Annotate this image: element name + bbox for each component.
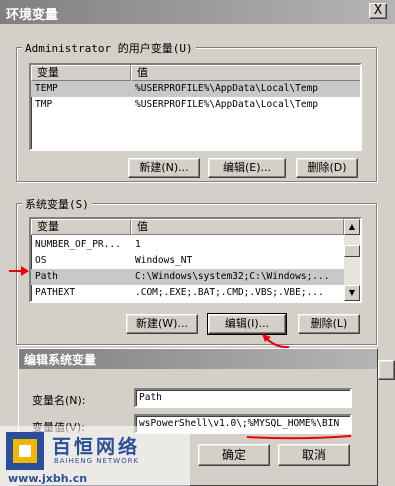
system-edit-button[interactable]: 编辑(I)... <box>207 313 287 335</box>
variable-name: NUMBER_OF_PR... <box>35 239 121 250</box>
dialog-title: 编辑系统变量 <box>24 353 97 367</box>
user-delete-button[interactable]: 删除(D) <box>296 158 358 178</box>
user-new-button[interactable]: 新建(N)... <box>128 158 200 178</box>
scroll-down-icon[interactable]: ▼ <box>344 285 360 301</box>
user-edit-button[interactable]: 编辑(E)... <box>208 158 286 178</box>
variable-name: TEMP <box>35 83 58 94</box>
scroll-up-icon[interactable]: ▲ <box>344 219 360 235</box>
brand-url: www.jxbh.cn <box>8 472 88 485</box>
variable-name: OS <box>35 255 47 266</box>
variable-value: .COM;.EXE;.BAT;.CMD;.VBS;.VBE;... <box>135 287 324 298</box>
variable-value: %USERPROFILE%\AppData\Local\Temp <box>135 83 319 94</box>
variable-name: Path <box>35 271 58 282</box>
variable-value: Windows_NT <box>135 255 193 266</box>
column-header-variable[interactable]: 变量 <box>31 65 131 81</box>
system-delete-button[interactable]: 删除(L) <box>298 314 360 334</box>
variable-value: C:\Windows\system32;C:\Windows;... <box>135 271 330 282</box>
user-variables-list[interactable]: 变量 值 TEMP %USERPROFILE%\AppData\Local\Te… <box>29 63 362 151</box>
close-icon[interactable]: X <box>369 3 387 19</box>
dialog-title-bar: 编辑系统变量 <box>19 349 377 369</box>
variable-name-label: 变量名(N): <box>32 394 86 407</box>
system-variables-legend: 系统变量(S) <box>22 196 92 212</box>
system-new-button[interactable]: 新建(W)... <box>126 314 198 334</box>
scrollbar-thumb[interactable] <box>344 245 360 257</box>
annotation-underline <box>246 435 352 440</box>
brand-name: 百恒网络 <box>52 436 141 458</box>
list-item[interactable]: TMP %USERPROFILE%\AppData\Local\Temp <box>31 97 360 113</box>
user-variables-legend: Administrator 的用户变量(U) <box>22 40 196 56</box>
list-item[interactable]: PATHEXT .COM;.EXE;.BAT;.CMD;.VBS;.VBE;..… <box>31 285 344 301</box>
list-item-selected[interactable]: Path C:\Windows\system32;C:\Windows;... <box>31 269 344 285</box>
variable-name: PATHEXT <box>35 287 76 298</box>
column-header-value[interactable]: 值 <box>131 65 360 81</box>
background-window-edge <box>378 360 395 380</box>
brand-logo-icon <box>6 432 44 470</box>
column-header-variable[interactable]: 变量 <box>31 219 131 235</box>
variable-name: TMP <box>35 99 53 110</box>
window-title: 环境变量 <box>6 8 59 23</box>
cancel-button[interactable]: 取消 <box>278 444 350 466</box>
column-header-value[interactable]: 值 <box>131 219 344 235</box>
list-item[interactable]: NUMBER_OF_PR... 1 <box>31 237 344 253</box>
vertical-scrollbar[interactable]: ▲ ▼ <box>344 219 360 301</box>
ok-button[interactable]: 确定 <box>198 444 270 466</box>
variable-value: %USERPROFILE%\AppData\Local\Temp <box>135 99 319 110</box>
variable-value: 1 <box>135 239 141 250</box>
window-title-bar: 环境变量 X <box>0 0 395 24</box>
system-variables-list[interactable]: 变量 值 NUMBER_OF_PR... 1 OS Windows_NT Pat… <box>29 217 362 303</box>
watermark: 百恒网络 BAIHENG NETWORK www.jxbh.cn <box>0 426 190 486</box>
variable-name-input[interactable]: Path <box>134 388 352 408</box>
annotation-arrow-icon <box>9 266 29 276</box>
list-item[interactable]: OS Windows_NT <box>31 253 344 269</box>
brand-name-en: BAIHENG NETWORK <box>54 457 140 465</box>
list-item[interactable]: TEMP %USERPROFILE%\AppData\Local\Temp <box>31 81 360 97</box>
